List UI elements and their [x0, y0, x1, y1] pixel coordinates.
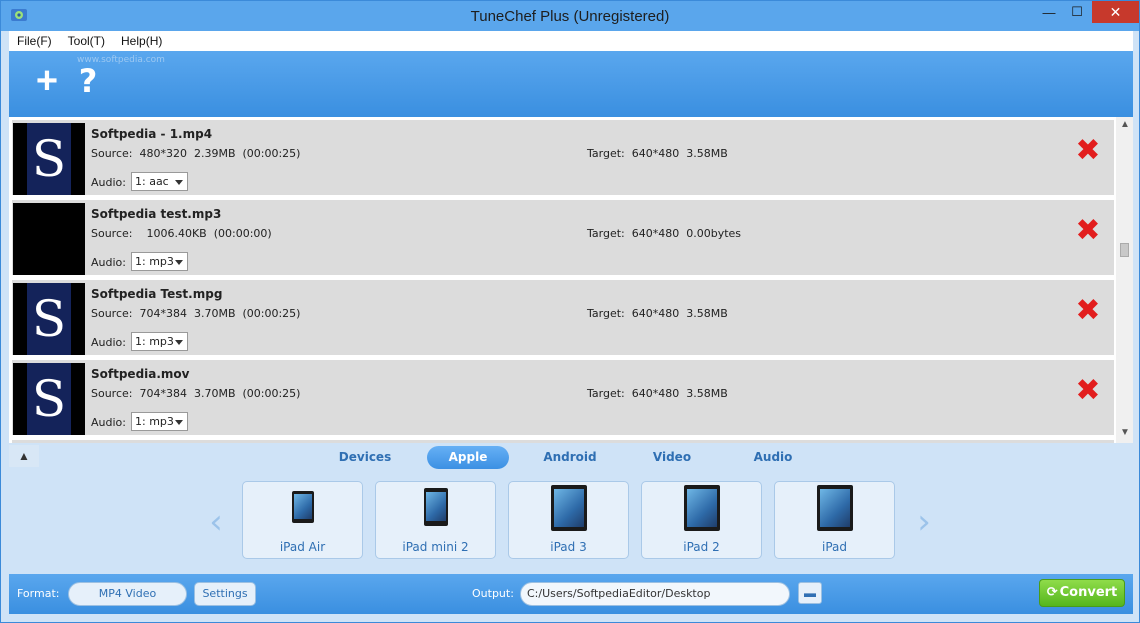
convert-button[interactable]: ⟳ Convert — [1039, 579, 1125, 607]
menu-file[interactable]: File(F) — [9, 34, 60, 48]
file-list: S Softpedia - 1.mp4 Source: 480*320 2.39… — [9, 117, 1133, 443]
file-target-info: Target: 640*480 3.58MB — [587, 147, 728, 160]
audio-track-select[interactable]: 1: mp3 — [131, 332, 188, 351]
file-thumbnail: S — [13, 123, 85, 195]
convert-icon: ⟳ — [1046, 585, 1058, 600]
maximize-button[interactable]: ☐ — [1063, 1, 1091, 23]
chevron-down-icon — [175, 340, 183, 345]
window-title: TuneChef Plus (Unregistered) — [470, 8, 670, 25]
audio-track-select[interactable]: 1: mp3 — [131, 412, 188, 431]
title-bar: TuneChef Plus (Unregistered) — ☐ ✕ — [1, 1, 1139, 31]
file-target-info: Target: 640*480 0.00bytes — [587, 227, 742, 240]
format-label: Format: — [17, 587, 60, 600]
ipad-air-icon — [292, 491, 314, 523]
device-card-ipad[interactable]: iPad — [774, 481, 895, 559]
convert-label: Convert — [1059, 585, 1118, 600]
device-label: iPad Air — [279, 540, 326, 554]
file-name: Softpedia.mov — [91, 367, 190, 381]
menu-bar: File(F) Tool(T) Help(H) — [9, 31, 1133, 51]
toolbar: www.softpedia.com + ? — [9, 51, 1133, 117]
add-file-icon[interactable]: + — [31, 62, 63, 100]
file-name: Softpedia test.mp3 — [91, 207, 222, 221]
output-label: Output: — [472, 587, 514, 600]
tab-video[interactable]: Video — [631, 446, 713, 469]
audio-label: Audio: — [91, 176, 126, 189]
scrollbar-thumb[interactable] — [1120, 243, 1129, 257]
scroll-down-icon[interactable]: ▼ — [1120, 427, 1130, 438]
audio-track-select[interactable]: 1: mp3 — [131, 252, 188, 271]
device-card-ipad-2[interactable]: iPad 2 — [641, 481, 762, 559]
device-label: iPad mini 2 — [402, 540, 469, 554]
format-select[interactable]: MP4 Video — [68, 582, 187, 606]
file-source-info: Source: 704*384 3.70MB (00:00:25) — [91, 387, 301, 400]
tab-apple[interactable]: Apple — [427, 446, 509, 469]
tab-audio[interactable]: Audio — [732, 446, 814, 469]
file-name: Softpedia Test.mpg — [91, 287, 223, 301]
audio-label: Audio: — [91, 336, 126, 349]
settings-button[interactable]: Settings — [194, 582, 256, 606]
chevron-down-icon — [175, 180, 183, 185]
output-path-field[interactable]: C:/Users/SoftpediaEditor/Desktop — [520, 582, 790, 606]
folder-icon[interactable]: ▬ — [798, 582, 822, 604]
file-thumbnail: S — [13, 363, 85, 435]
file-name: Softpedia - 1.mp4 — [91, 127, 213, 141]
audio-label: Audio: — [91, 416, 126, 429]
device-label: iPad 3 — [550, 540, 587, 554]
file-target-info: Target: 640*480 3.58MB — [587, 387, 728, 400]
audio-label: Audio: — [91, 256, 126, 269]
device-card-ipad-3[interactable]: iPad 3 — [508, 481, 629, 559]
file-row-partial — [12, 440, 1114, 443]
tab-devices[interactable]: Devices — [321, 446, 409, 469]
file-row[interactable]: S Softpedia Test.mpg Source: 704*384 3.7… — [12, 280, 1114, 355]
app-window: TuneChef Plus (Unregistered) — ☐ ✕ File(… — [0, 0, 1140, 623]
file-target-info: Target: 640*480 3.58MB — [587, 307, 728, 320]
file-source-info: Source: 480*320 2.39MB (00:00:25) — [91, 147, 301, 160]
carousel-next-icon[interactable]: › — [913, 505, 935, 539]
device-card-ipad-mini-2[interactable]: iPad mini 2 — [375, 481, 496, 559]
delete-icon[interactable]: ✖ — [1075, 216, 1101, 246]
device-label: iPad 2 — [683, 540, 720, 554]
vertical-scrollbar[interactable]: ▲ ▼ — [1116, 117, 1133, 443]
ipad-mini-icon — [424, 488, 448, 526]
menu-help[interactable]: Help(H) — [113, 34, 170, 48]
ipad-2-icon — [684, 485, 720, 531]
help-icon[interactable]: ? — [73, 63, 103, 99]
file-thumbnail — [13, 203, 85, 275]
device-card-ipad-air[interactable]: iPad Air — [242, 481, 363, 559]
delete-icon[interactable]: ✖ — [1075, 296, 1101, 326]
file-row[interactable]: S Softpedia - 1.mp4 Source: 480*320 2.39… — [12, 120, 1114, 195]
collapse-panel-icon[interactable]: ▲ — [9, 445, 39, 467]
ipad-3-icon — [551, 485, 587, 531]
carousel-prev-icon[interactable]: ‹ — [205, 505, 227, 539]
device-label: iPad — [821, 540, 847, 554]
chevron-down-icon — [175, 420, 183, 425]
audio-track-select[interactable]: 1: aac — [131, 172, 188, 191]
scroll-up-icon[interactable]: ▲ — [1120, 119, 1130, 130]
close-button[interactable]: ✕ — [1092, 1, 1139, 23]
chevron-down-icon — [175, 260, 183, 265]
file-source-info: Source: 1006.40KB (00:00:00) — [91, 227, 272, 240]
ipad-icon — [817, 485, 853, 531]
tab-android[interactable]: Android — [529, 446, 611, 469]
file-thumbnail: S — [13, 283, 85, 355]
menu-tool[interactable]: Tool(T) — [60, 34, 113, 48]
device-carousel: ‹ iPad Air iPad mini 2 iPad 3 iPad 2 iPa… — [9, 471, 1133, 573]
file-row[interactable]: S Softpedia.mov Source: 704*384 3.70MB (… — [12, 360, 1114, 435]
delete-icon[interactable]: ✖ — [1075, 136, 1101, 166]
file-row[interactable]: Softpedia test.mp3 Source: 1006.40KB (00… — [12, 200, 1114, 275]
delete-icon[interactable]: ✖ — [1075, 376, 1101, 406]
file-source-info: Source: 704*384 3.70MB (00:00:25) — [91, 307, 301, 320]
minimize-button[interactable]: — — [1035, 1, 1063, 23]
bottom-bar: Format: MP4 Video Settings Output: C:/Us… — [9, 574, 1133, 614]
